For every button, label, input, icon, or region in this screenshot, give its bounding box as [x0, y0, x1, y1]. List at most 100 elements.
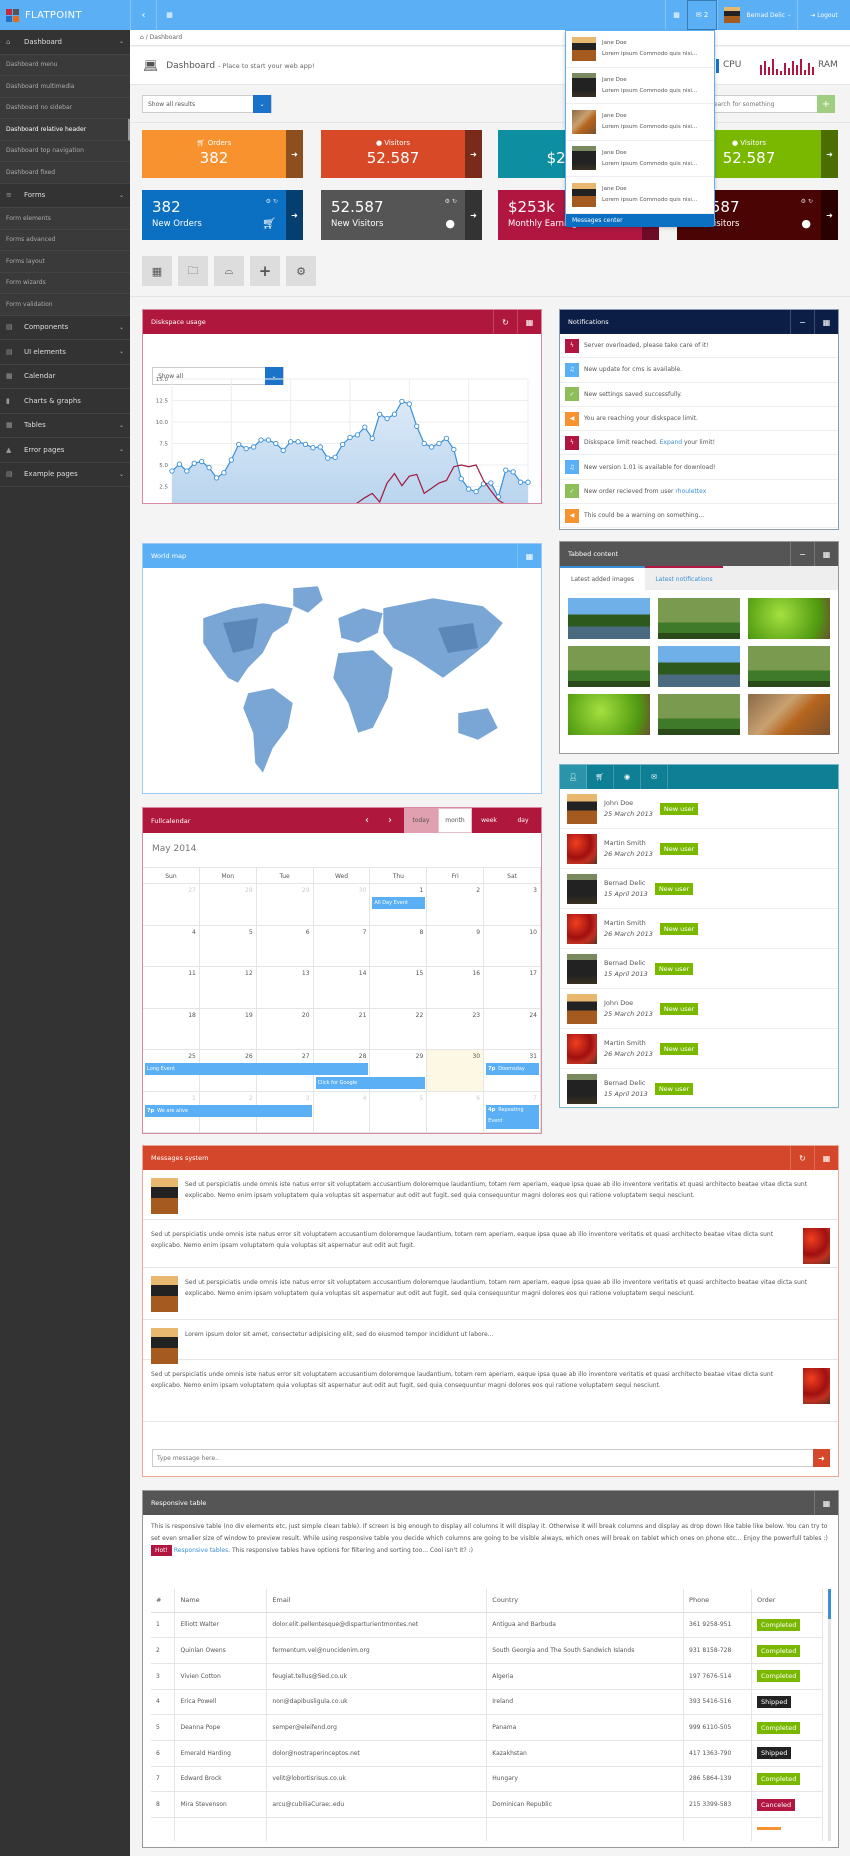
settings-refresh-icon[interactable]: ⚙ ↻ [266, 198, 278, 205]
table-row[interactable]: 4 Erica Powell non@dapibusligula.co.uk Irel… [151, 1689, 824, 1716]
sidebar-item-dashboard-no-sidebar[interactable]: Dashboard no sidebar [0, 97, 130, 119]
sidebar-item-tables[interactable]: ▦ Tables ⌄ [0, 414, 130, 438]
stat-tile-orders[interactable]: 🛒︎ Orders 382 ➜ [142, 130, 303, 178]
message-input[interactable] [153, 1450, 803, 1466]
gallery-image[interactable] [568, 598, 650, 639]
calendar-day[interactable]: 17 [484, 967, 541, 1009]
column-header[interactable]: # [151, 1589, 176, 1613]
calendar-day[interactable]: 18 [143, 1008, 200, 1050]
column-header[interactable]: Order [751, 1589, 824, 1613]
tab-cart[interactable]: 🛒︎ [587, 765, 614, 789]
calendar-day[interactable]: 7 [313, 925, 371, 967]
user-list-item[interactable]: John Doe 25 March 2013 New user [560, 789, 838, 829]
minimize-icon[interactable]: − [790, 310, 814, 334]
table-row[interactable]: 7 Edward Brock velit@lobortisrisus.co.uk Hu… [151, 1766, 824, 1793]
calendar-day[interactable]: 23 [427, 1008, 485, 1050]
calendar-day[interactable]: 21 [313, 1008, 371, 1050]
sidebar-item-dashboard-menu[interactable]: Dashboard menu [0, 54, 130, 76]
inbox-quick-button[interactable]: ⌓ [214, 256, 244, 286]
gallery-image[interactable] [748, 646, 830, 687]
world-map[interactable] [143, 568, 541, 793]
user-list-item[interactable]: Bernad Delic 15 April 2013 New user [560, 1069, 838, 1109]
sidebar-item-ui-elements[interactable]: ▤ UI elements ⌄ [0, 340, 130, 365]
calendar-quick-button[interactable]: ▦ [142, 256, 172, 286]
user-list-item[interactable]: John Doe 25 March 2013 New user [560, 989, 838, 1029]
calendar-day[interactable]: 29 [256, 884, 314, 926]
calendar-day[interactable]: 30 [313, 884, 371, 926]
sidebar-item-dashboard-fixed[interactable]: Dashboard fixed [0, 162, 130, 184]
calendar-event[interactable]: 4p Repeating Event [486, 1104, 539, 1129]
calendar-day[interactable]: 2 [427, 884, 485, 926]
calendar-day[interactable]: 10 [484, 925, 541, 967]
sidebar-item-dashboard[interactable]: ⌂ Dashboard ⌄ [0, 30, 130, 55]
messages-button[interactable]: ✉ 2 [687, 0, 717, 30]
home-icon[interactable]: ⌂ [140, 34, 144, 41]
month-button[interactable]: month [438, 808, 472, 833]
sidebar-item-dashboard-top-navigation[interactable]: Dashboard top navigation [0, 140, 130, 162]
column-header[interactable]: Email [266, 1589, 488, 1613]
tab-envelope[interactable]: ✉ [641, 765, 668, 789]
table-row[interactable] [151, 1817, 824, 1841]
stat-card-new-orders[interactable]: 382 New Orders ⚙ ↻ 🛒︎ ➜ [142, 190, 303, 240]
table-row[interactable]: 2 Quinlan Owens fermentum.vel@nuncidenim.o… [151, 1637, 824, 1664]
add-icon[interactable]: + [817, 95, 835, 113]
settings-refresh-icon[interactable]: ⚙ ↻ [801, 198, 813, 205]
table-row[interactable]: 3 Vivien Cotton feugiat.tellus@Sed.co.uk Al… [151, 1663, 824, 1690]
grid-icon[interactable]: ▦ [814, 542, 838, 566]
add-quick-button[interactable]: + [250, 256, 280, 286]
arrow-right-icon[interactable]: ➜ [286, 190, 303, 240]
calendar-day[interactable]: 27 [143, 884, 200, 926]
notification-link[interactable]: Expand [660, 439, 682, 446]
calendar-day[interactable]: 6 [256, 925, 314, 967]
arrow-right-icon[interactable]: ➜ [286, 130, 303, 178]
calendar-day[interactable]: 20 [256, 1008, 314, 1050]
logo[interactable]: FLATPOINT [0, 0, 130, 30]
message-preview-item[interactable]: Jane Doe Lorem ipsum Commodo quis nisi... [566, 141, 714, 177]
calendar-day[interactable]: 5 [199, 925, 257, 967]
user-list-item[interactable]: Martin Smith 26 March 2013 New user [560, 829, 838, 869]
arrow-right-icon[interactable]: ➜ [821, 130, 838, 178]
responsive-tables-link[interactable]: Responsive tables [174, 1547, 228, 1554]
sidebar-item-form-wizards[interactable]: Form wizards [0, 272, 130, 294]
calendar-event[interactable]: All Day Event [372, 897, 426, 909]
user-list-item[interactable]: Bernad Delic 15 April 2013 New user [560, 869, 838, 909]
grid-icon[interactable]: ▦ [814, 1146, 838, 1170]
stat-card-new-visitors[interactable]: 52.587 New Visitors ⚙ ↻ ● ➜ [321, 190, 482, 240]
sidebar-item-calendar[interactable]: ▦ Calendar [0, 365, 130, 389]
sidebar-item-form-validation[interactable]: Form validation [0, 294, 130, 316]
today-button[interactable]: today [404, 808, 438, 833]
calendar-event[interactable]: 7p We are alive [145, 1104, 312, 1117]
settings-refresh-icon[interactable]: ⚙ ↻ [445, 198, 457, 205]
column-header[interactable]: Name [174, 1589, 268, 1613]
sidebar-item-dashboard-relative-header[interactable]: Dashboard relative header [0, 119, 130, 141]
sidebar-item-components[interactable]: ▤ Components ⌄ [0, 316, 130, 340]
week-button[interactable]: week [472, 808, 506, 833]
message-preview-item[interactable]: Jane Doe Lorem ipsum Commodo quis nisi... [566, 177, 714, 214]
grid-menu-button[interactable]: ▦ [156, 0, 182, 30]
calendar-event[interactable]: Long Event [145, 1063, 369, 1075]
minimize-icon[interactable]: − [790, 542, 814, 566]
calendar-day[interactable]: 15 [370, 967, 428, 1009]
logout-button[interactable]: ⇥ Logout [797, 0, 850, 30]
stat-tile-visitors[interactable]: ● Visitors 52.587 ➜ [321, 130, 482, 178]
grid-icon[interactable]: ▦ [814, 310, 838, 334]
messages-center-link[interactable]: Messages center [566, 213, 714, 227]
table-row[interactable]: 6 Emerald Harding dolor@nostraperinceptos.… [151, 1740, 824, 1767]
tab-camera[interactable]: ◉ [614, 765, 641, 789]
table-row[interactable]: 5 Deanna Pope semper@eleifend.org Panama 999… [151, 1714, 824, 1741]
table-scroll[interactable]: # Name Email Country Phone Order 1 Elliott Walt… [151, 1589, 831, 1841]
next-icon[interactable]: › [388, 815, 392, 826]
gallery-image[interactable] [658, 694, 740, 735]
notification-link[interactable]: rhoulettex [675, 488, 706, 495]
apps-grid-button[interactable]: ▦ [665, 0, 687, 30]
gallery-image[interactable] [748, 694, 830, 735]
gallery-image[interactable] [658, 598, 740, 639]
calendar-day[interactable]: 3 [484, 884, 541, 926]
calendar-day[interactable]: 11 [143, 967, 200, 1009]
prev-icon[interactable]: ‹ [365, 815, 369, 826]
sidebar-item-forms-advanced[interactable]: Forms advanced [0, 229, 130, 251]
calendar-day[interactable]: 13 [256, 967, 314, 1009]
tab-latest-notifications[interactable]: Latest notifications [645, 566, 723, 590]
user-menu[interactable]: Bernad Delic ⌄ [717, 0, 797, 30]
calendar-day[interactable]: 4 [143, 925, 200, 967]
